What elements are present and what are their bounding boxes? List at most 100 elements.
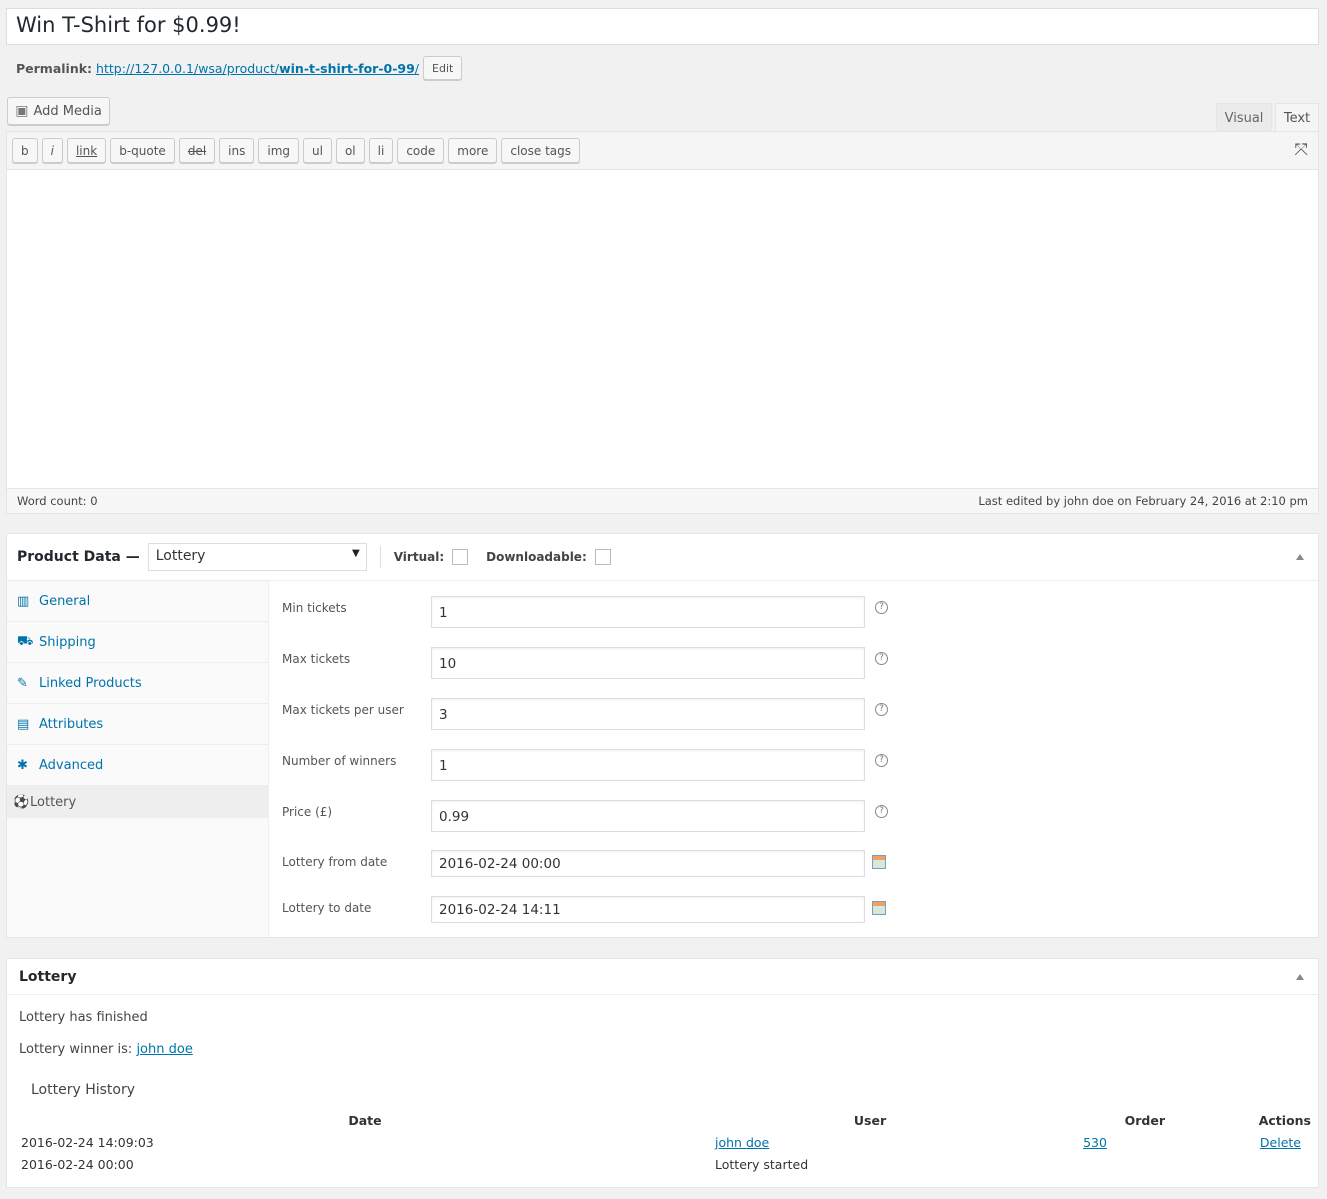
quicktag-close-tags-button[interactable]: close tags [501, 138, 581, 163]
lottery-winner: Lottery winner is: john doe [19, 1042, 193, 1057]
field-min-tickets: Min tickets 1? [282, 596, 902, 628]
help-icon[interactable]: ? [875, 754, 888, 767]
col-date: Date [348, 1112, 382, 1128]
lottery-box: Lottery Lottery has finished Lottery win… [6, 958, 1319, 1188]
fullscreen-icon[interactable]: ⤧ [1294, 140, 1308, 160]
quicktag-b-quote-button[interactable]: b-quote [110, 138, 175, 163]
cell-user: Lottery started [715, 1156, 809, 1172]
field-max-tickets-per-user: Max tickets per user 3? [282, 698, 902, 730]
quicktag-ol-button[interactable]: ol [335, 138, 365, 163]
help-icon[interactable]: ? [875, 703, 888, 716]
tab-label: Lottery [30, 794, 77, 810]
quicktag-ins-button[interactable]: ins [219, 138, 255, 163]
editor: b i link b-quote del ins img ul ol li code more clos… [6, 131, 1319, 514]
quicktag-b-button[interactable]: b [12, 138, 38, 163]
delete-link[interactable]: Delete [1260, 1135, 1301, 1150]
order-link[interactable]: 530 [1083, 1135, 1107, 1150]
help-icon[interactable]: ? [875, 652, 888, 665]
tab-text[interactable]: Text [1275, 103, 1319, 132]
help-icon[interactable]: ? [875, 805, 888, 818]
permalink-label: Permalink: [16, 60, 93, 76]
quicktag-img-button[interactable]: img [258, 138, 299, 163]
truck-icon: ⛟ [17, 633, 34, 649]
quicktags-toolbar: b i link b-quote del ins img ul ol li code more clos… [7, 132, 1318, 170]
quicktag-del-button[interactable]: del [178, 138, 216, 163]
field-max-tickets: Max tickets 10? [282, 647, 902, 679]
virtual-checkbox[interactable] [452, 549, 469, 565]
lottery-box-title: Lottery [19, 968, 77, 985]
field-input[interactable]: 2016-02-24 00:00 [431, 850, 865, 877]
field-input[interactable]: 1 [431, 749, 865, 781]
editor-textarea[interactable] [7, 170, 1318, 490]
tab-attributes[interactable]: ▤ Attributes [7, 704, 268, 745]
tab-lottery[interactable]: ⚽ Lottery [7, 786, 268, 818]
field-input[interactable]: 1 [431, 596, 865, 628]
field-input[interactable]: 10 [431, 647, 865, 679]
edit-permalink-button[interactable]: Edit [423, 56, 463, 80]
quicktag-li-button[interactable]: li [368, 138, 394, 163]
gear-icon: ✱ [17, 757, 28, 773]
word-count: Word count: 0 [17, 494, 98, 508]
downloadable-label: Downloadable: [486, 550, 587, 564]
field-input[interactable]: 2016-02-24 14:11 [431, 896, 865, 923]
col-order: Order [1124, 1112, 1165, 1128]
tab-visual[interactable]: Visual [1216, 103, 1272, 132]
calendar-icon[interactable] [872, 855, 886, 869]
add-media-button[interactable]: ▣ Add Media [7, 97, 110, 125]
table-row: 2016-02-24 14:09:03 john doe 530 Delete [15, 1131, 1311, 1153]
attributes-icon: ▤ [17, 716, 30, 732]
product-type-select[interactable]: Lottery ▼ [147, 543, 367, 571]
field-label: Number of winners [282, 754, 397, 768]
general-icon: ▥ [17, 593, 30, 609]
calendar-icon[interactable] [872, 901, 886, 915]
link-icon: ✎ [17, 675, 28, 691]
dropdown-arrow-icon: ▼ [352, 548, 360, 559]
tab-label: Attributes [39, 716, 104, 732]
quicktag-code-button[interactable]: code [397, 138, 445, 163]
history-title: Lottery History [31, 1082, 136, 1098]
tab-shipping[interactable]: ⛟ Shipping [7, 622, 268, 663]
field-lottery-to-date: Lottery to date 2016-02-24 14:11 [282, 896, 902, 923]
quicktag-ul-button[interactable]: ul [303, 138, 332, 163]
lottery-status: Lottery has finished [19, 1010, 148, 1025]
tab-linked-products[interactable]: ✎ Linked Products [7, 663, 268, 704]
collapse-toggle-icon[interactable] [1296, 974, 1304, 980]
field-input[interactable]: 3 [431, 698, 865, 730]
tab-general[interactable]: ▥ General [7, 581, 268, 622]
downloadable-checkbox[interactable] [594, 549, 611, 565]
cell-date: 2016-02-24 00:00 [21, 1156, 134, 1172]
help-icon[interactable]: ? [875, 601, 888, 614]
field-label: Lottery from date [282, 855, 388, 869]
virtual-label: Virtual: [393, 550, 445, 564]
product-data-label: Product Data — [17, 549, 140, 565]
col-actions: Actions [1258, 1112, 1311, 1128]
user-link[interactable]: john doe [715, 1135, 769, 1150]
tab-advanced[interactable]: ✱ Advanced [7, 745, 268, 786]
field-label: Max tickets per user [282, 703, 404, 717]
cell-date: 2016-02-24 14:09:03 [21, 1134, 154, 1150]
field-label: Max tickets [282, 652, 351, 666]
field-price: Price (£) 0.99? [282, 800, 902, 832]
editor-statusbar: Word count: 0 Last edited by john doe on… [7, 488, 1318, 513]
field-lottery-from-date: Lottery from date 2016-02-24 00:00 [282, 850, 902, 877]
quicktag-i-button[interactable]: i [41, 138, 63, 163]
field-label: Min tickets [282, 601, 347, 615]
field-input[interactable]: 0.99 [431, 800, 865, 832]
title-input[interactable]: Win T-Shirt for $0.99! [6, 8, 1319, 45]
field-number-of-winners: Number of winners 1? [282, 749, 902, 781]
product-data-tabs: ▥ General ⛟ Shipping ✎ Linked Products ▤ Attrib… [7, 581, 269, 937]
quicktag-more-button[interactable]: more [448, 138, 498, 163]
collapse-toggle-icon[interactable] [1296, 554, 1304, 560]
quicktag-link-button[interactable]: link [66, 138, 107, 163]
permalink-link[interactable]: http://127.0.0.1/wsa/product/win-t-shirt… [96, 61, 419, 76]
last-edited: Last edited by john doe on February 24, … [978, 494, 1308, 508]
winner-link[interactable]: john doe [136, 1042, 192, 1057]
table-row: 2016-02-24 00:00 Lottery started [15, 1153, 1311, 1175]
col-user: User [853, 1112, 887, 1128]
tab-label: General [39, 593, 91, 609]
lottery-icon: ⚽ [13, 794, 30, 810]
product-data-box: Product Data — Lottery ▼ Virtual: Downloa… [6, 533, 1319, 938]
field-label: Price (£) [282, 805, 333, 819]
history-table: Date User Order Actions 2016-02-24 14:09… [15, 1109, 1311, 1175]
permalink: Permalink: http://127.0.0.1/wsa/product/… [16, 56, 463, 80]
